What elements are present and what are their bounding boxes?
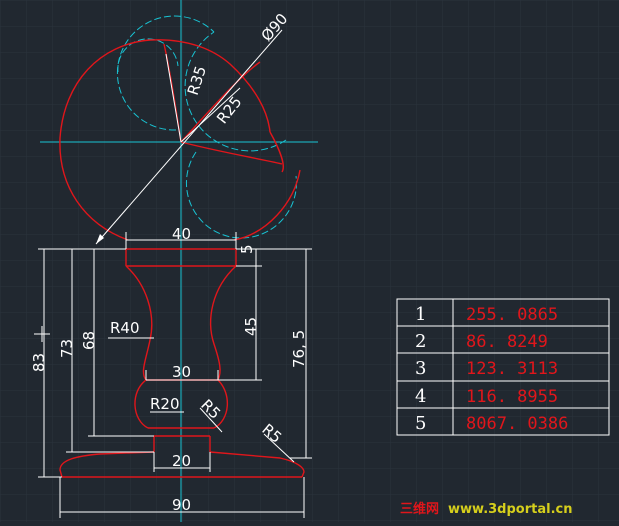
cad-canvas[interactable]: Ø90 R35 R25 40 5 R40 45 30 R20 R5 R5 20 … bbox=[0, 0, 619, 522]
grid bbox=[0, 0, 619, 522]
label-h765: 76, 5 bbox=[290, 330, 308, 368]
table-row-index: 5 bbox=[415, 413, 426, 434]
table-row-value: 255. 0865 bbox=[466, 305, 558, 325]
label-h45: 45 bbox=[242, 317, 260, 336]
table-row-value: 116. 8955 bbox=[466, 387, 558, 407]
label-w40: 40 bbox=[172, 225, 191, 243]
table-row-index: 4 bbox=[415, 386, 426, 407]
label-h5: 5 bbox=[238, 244, 256, 254]
label-r20: R20 bbox=[150, 395, 180, 413]
cad-drawing: Ø90 R35 R25 40 5 R40 45 30 R20 R5 R5 20 … bbox=[0, 0, 619, 522]
table-row-index: 2 bbox=[415, 331, 426, 352]
table-row-value: 123. 3113 bbox=[466, 359, 558, 379]
table-row-index: 3 bbox=[415, 358, 426, 379]
table-row-index: 1 bbox=[415, 304, 426, 325]
label-h73: 73 bbox=[58, 339, 76, 358]
table-row-value: 8067. 0386 bbox=[466, 414, 568, 434]
watermark: 三维网 www.3dportal.cn bbox=[400, 501, 572, 517]
label-w30: 30 bbox=[172, 363, 191, 381]
watermark-url: www.3dportal.cn bbox=[448, 502, 572, 517]
label-h83: 83 bbox=[30, 353, 48, 372]
table-row-value: 86. 8249 bbox=[466, 332, 548, 352]
watermark-cn: 三维网 bbox=[400, 501, 439, 517]
label-r40: R40 bbox=[110, 319, 140, 337]
label-h68: 68 bbox=[80, 331, 98, 350]
label-w20: 20 bbox=[172, 452, 191, 470]
label-w90: 90 bbox=[172, 496, 191, 514]
